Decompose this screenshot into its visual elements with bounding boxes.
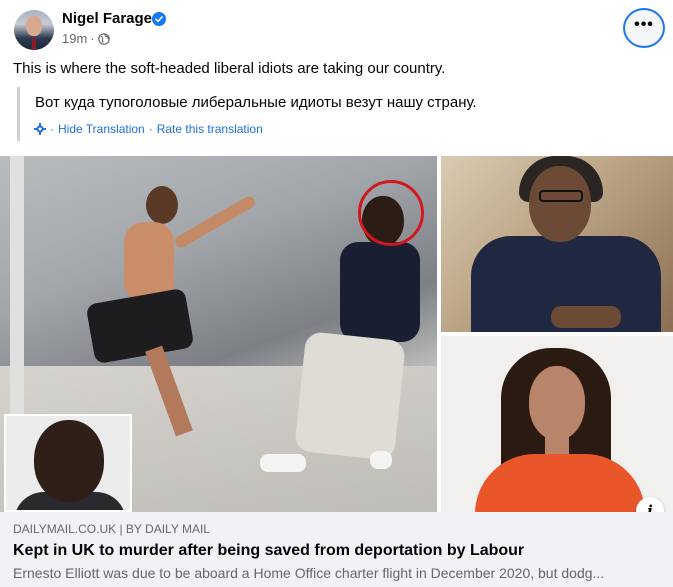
post-meta: 19m · [62,31,110,47]
author-avatar[interactable] [14,10,54,50]
link-description: Ernesto Elliott was due to be aboard a H… [13,565,605,581]
gear-icon[interactable] [34,123,46,135]
man-shoe-right [370,451,392,469]
attacker-head [146,186,178,224]
globe-icon [97,33,110,45]
man-legs [294,331,406,461]
more-options-button[interactable]: ••• [623,8,665,48]
attacker-arm [173,194,257,250]
attack-photo[interactable] [0,156,437,512]
man-body [340,242,420,342]
translation-block: Вот куда тупоголовые либеральные идиоты … [17,87,657,141]
mugshot-inset [4,414,132,512]
links-separator: · [148,122,153,136]
mugshot-head [34,420,104,502]
link-source: DAILYMAIL.CO.UK | BY DAILY MAIL [13,522,210,536]
hide-translation-link[interactable]: Hide Translation [58,121,145,137]
meta-separator: · [90,31,95,46]
man-shoe-left [260,454,306,472]
verified-badge-icon [152,12,166,26]
portrait-man-glasses [539,190,583,202]
portrait-man-face [529,166,591,242]
portrait-man-hands [551,306,621,328]
rate-translation-link[interactable]: Rate this translation [157,121,263,137]
portrait-woman-photo[interactable] [441,336,673,512]
post-timestamp[interactable]: 19m [62,31,87,47]
post-text: This is where the soft-headed liberal id… [13,60,446,77]
photo-attacker [85,186,257,437]
link-title[interactable]: Kept in UK to murder after being saved f… [13,541,524,561]
author-name[interactable]: Nigel Farage [62,9,152,29]
post-media[interactable] [0,156,673,512]
avatar-tie [32,38,36,50]
more-options-icon: ••• [634,16,654,33]
attacker-shorts [85,287,195,365]
attacker-leg [145,345,193,437]
translated-text: Вот куда тупоголовые либеральные идиоты … [35,94,477,111]
portrait-woman-face [529,366,585,440]
avatar-face [26,16,42,36]
translation-links: · Hide Translation · Rate this translati… [34,121,263,137]
link-preview[interactable]: DAILYMAIL.CO.UK | BY DAILY MAIL Kept in … [0,512,673,587]
red-circle-highlight [358,180,424,246]
post-header: Nigel Farage 19m · ••• [0,0,673,56]
links-separator-start: · [50,122,54,136]
portrait-man-photo[interactable] [441,156,673,332]
